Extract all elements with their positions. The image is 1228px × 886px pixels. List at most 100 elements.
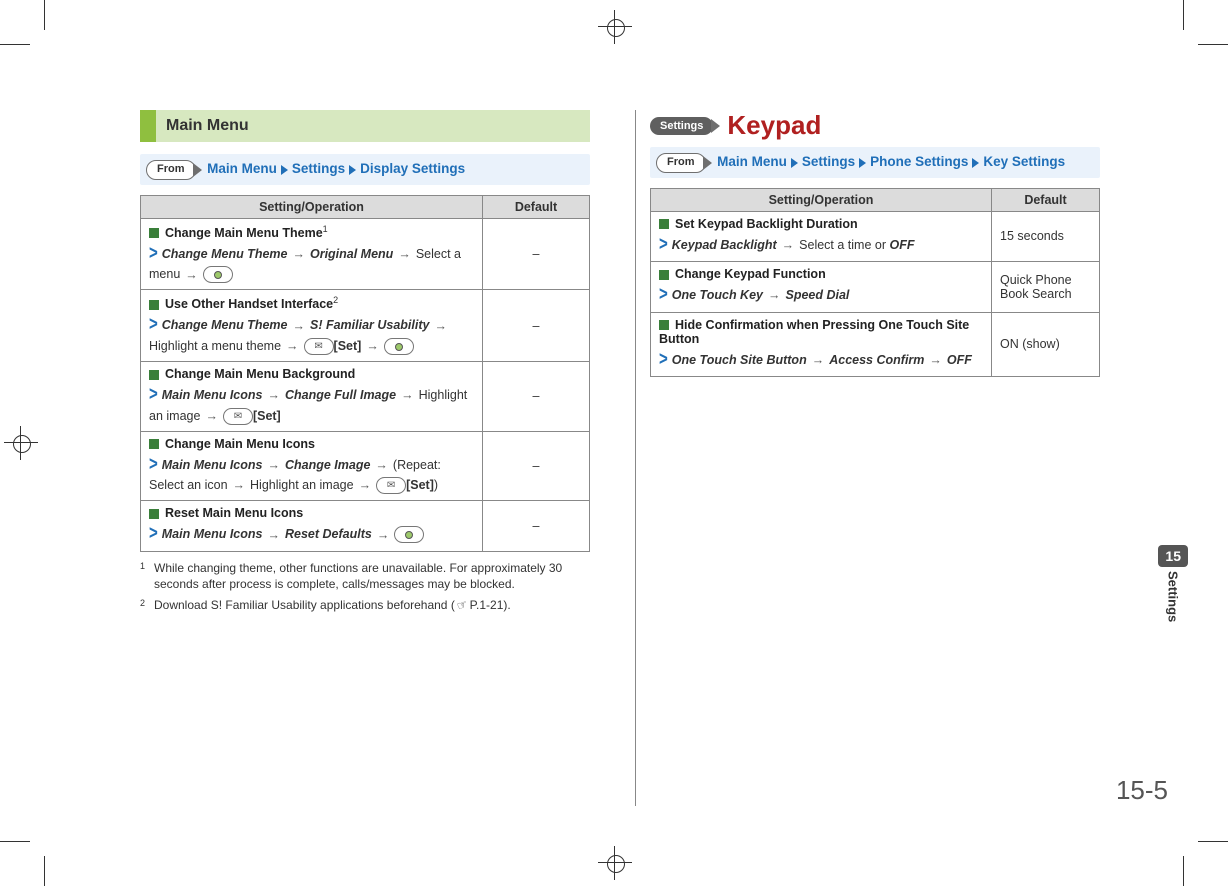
chapter-label: Settings [1166, 571, 1181, 622]
breadcrumb-crumb: Phone Settings [870, 154, 968, 169]
arrow-icon [929, 351, 942, 370]
breadcrumb-items: Main MenuSettingsDisplay Settings [207, 161, 465, 176]
bullet-icon [659, 320, 669, 330]
bullet-icon [149, 228, 159, 238]
bullet-icon [149, 370, 159, 380]
chevron-icon: > [659, 345, 668, 374]
right-column: Settings Keypad From Main Menu Settings Ph… [650, 110, 1100, 618]
footnote-num: 2 [140, 597, 148, 614]
page-title: Keypad [727, 110, 821, 141]
path-segment: One Touch Key [672, 288, 763, 302]
arrow-icon [267, 386, 280, 405]
path-segment: Main Menu Icons [162, 388, 263, 402]
row-title: Hide Confirmation when Pressing One Touc… [659, 318, 969, 346]
cropmark [0, 841, 30, 842]
cropmark [44, 0, 45, 30]
breadcrumb-arrow-icon [859, 158, 866, 168]
th-setting: Setting/Operation [141, 195, 483, 218]
path-segment: Reset Defaults [285, 527, 372, 541]
settings-table-left: Setting/Operation Default Change Main Me… [140, 195, 590, 552]
section-title: Main Menu [156, 110, 249, 142]
breadcrumb-left: From Main MenuSettingsDisplay Settings [140, 154, 590, 185]
th-default: Default [483, 195, 590, 218]
row-title: Use Other Handset Interface [165, 297, 333, 311]
path-segment: Speed Dial [785, 288, 849, 302]
breadcrumb-crumb: Main Menu [207, 161, 277, 176]
table-row: Use Other Handset Interface2>Change Menu… [141, 290, 590, 362]
chevron-icon: > [659, 230, 668, 259]
path-segment: Change Image [285, 458, 370, 472]
breadcrumb-arrow-icon [281, 165, 288, 175]
arrow-icon [398, 245, 411, 264]
row-title: Change Main Menu Icons [165, 437, 315, 451]
footnote-text: While changing theme, other functions ar… [154, 560, 590, 594]
page-title-row: Settings Keypad [650, 110, 1100, 141]
row-title: Change Main Menu Background [165, 367, 355, 381]
arrow-icon [233, 476, 246, 495]
footnote-ref: 1 [323, 224, 328, 234]
th-setting: Setting/Operation [651, 188, 992, 211]
from-pill: From [656, 153, 706, 173]
bullet-icon [149, 439, 159, 449]
chevron-icon: > [659, 281, 668, 310]
path-segment: Highlight an image [250, 478, 354, 492]
chevron-icon: > [149, 520, 158, 549]
regmark-bottom [604, 852, 626, 874]
default-cell: – [483, 362, 590, 432]
settings-pill: Settings [650, 117, 713, 135]
footnote-ref: 2 [333, 295, 338, 305]
bullet-icon [149, 300, 159, 310]
breadcrumb-items: Main MenuSettingsPhone SettingsKey Setti… [717, 154, 1065, 169]
page-content: Main Menu From Main MenuSettingsDisplay … [0, 0, 1228, 618]
path-segment: One Touch Site Button [672, 353, 807, 367]
center-key-icon [203, 266, 233, 283]
default-cell: – [483, 431, 590, 501]
path-segment: Highlight a menu theme [149, 339, 281, 353]
table-row: Change Main Menu Theme1>Change Menu Them… [141, 218, 590, 290]
path-segment: Main Menu Icons [162, 458, 263, 472]
row-title: Change Keypad Function [675, 267, 826, 281]
arrow-icon [401, 386, 414, 405]
footnote-num: 1 [140, 560, 148, 594]
chevron-icon: > [149, 311, 158, 340]
setting-cell: Hide Confirmation when Pressing One Touc… [651, 312, 992, 377]
setting-cell: Change Keypad Function > One Touch Key Spee… [651, 262, 992, 313]
from-pill: From [146, 160, 196, 180]
cropmark [44, 856, 45, 886]
chevron-icon: > [149, 239, 158, 268]
default-cell: – [483, 501, 590, 552]
cropmark [1198, 841, 1228, 842]
arrow-icon [359, 476, 372, 495]
path-segment: OFF [889, 238, 914, 252]
footnote-text: Download S! Familiar Usability applicati… [154, 597, 511, 614]
mail-key-icon [223, 408, 253, 425]
arrow-icon [377, 526, 390, 545]
mail-key-icon [304, 338, 334, 355]
breadcrumb-arrow-icon [791, 158, 798, 168]
arrow-icon [768, 286, 781, 305]
arrow-icon [782, 236, 795, 255]
table-row: Hide Confirmation when Pressing One Touc… [651, 312, 1100, 377]
settings-table-right: Setting/Operation Default Set Keypad Bac… [650, 188, 1100, 378]
th-default: Default [992, 188, 1100, 211]
setting-cell: Change Main Menu Theme1>Change Menu Them… [141, 218, 483, 290]
arrow-icon [292, 317, 305, 336]
table-row: Set Keypad Backlight Duration>Keypad Bac… [651, 211, 1100, 262]
footnote: 2 Download S! Familiar Usability applicat… [140, 597, 590, 614]
table-row: Reset Main Menu Icons>Main Menu IconsRes… [141, 501, 590, 552]
page-number: 15-5 [1116, 775, 1168, 806]
bullet-icon [149, 509, 159, 519]
breadcrumb-crumb: Settings [802, 154, 855, 169]
arrow-icon [366, 337, 379, 356]
column-divider [635, 110, 636, 806]
breadcrumb-crumb: Main Menu [717, 154, 787, 169]
arrow-icon [375, 456, 388, 475]
path-segment: Select a time or [799, 238, 889, 252]
setting-cell: Change Main Menu Background > Main Menu Ic… [141, 362, 483, 432]
section-header-main-menu: Main Menu [140, 110, 590, 142]
path-segment: [Set] [253, 409, 281, 423]
breadcrumb-crumb: Display Settings [360, 161, 465, 176]
arrow-icon [267, 456, 280, 475]
path-segment: S! Familiar Usability [310, 318, 429, 332]
chevron-icon: > [149, 381, 158, 410]
